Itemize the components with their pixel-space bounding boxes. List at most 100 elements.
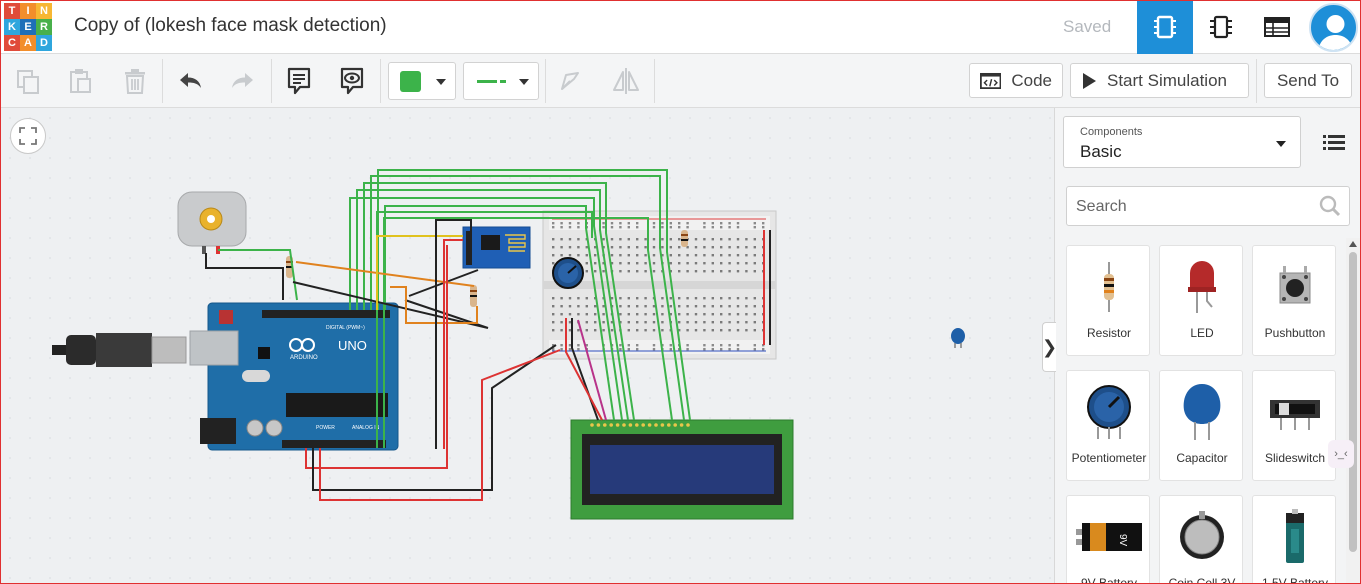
component-tile-coin-cell[interactable]: Coin Cell 3V (1159, 495, 1243, 584)
chip-icon (1154, 15, 1176, 39)
undo-button[interactable] (172, 63, 208, 99)
logo-letter: T (4, 3, 20, 19)
panel-scrollbar[interactable] (1346, 238, 1360, 584)
component-name: Potentiometer (1071, 451, 1147, 465)
component-tile-slideswitch[interactable]: Slideswitch (1252, 370, 1336, 481)
component-name: Coin Cell 3V (1168, 576, 1236, 584)
component-tile-aa-battery[interactable]: 1.5V Battery (1252, 495, 1336, 584)
component-tile-potentiometer[interactable]: Potentiometer (1066, 370, 1150, 481)
dc-motor[interactable] (177, 191, 247, 254)
bom-view-button[interactable] (1249, 0, 1305, 54)
code-button-label: Code (1011, 70, 1052, 90)
code-button[interactable]: Code (969, 63, 1063, 98)
component-tile-pushbutton[interactable]: Pushbutton (1252, 245, 1336, 356)
component-name: LED (1190, 326, 1214, 340)
usb-cable (52, 333, 187, 367)
lcd-display[interactable] (570, 419, 794, 520)
circuit-canvas[interactable]: ARDUINO UNO DIGITAL (PWM~) POWER ANALOG … (0, 108, 1054, 584)
resistor-2[interactable] (470, 285, 477, 307)
arduino-logo-text: ARDUINO (290, 355, 318, 361)
mirror-icon (613, 68, 639, 94)
scroll-thumb[interactable] (1349, 252, 1357, 552)
save-status: Saved (1063, 17, 1112, 36)
arduino-power-label: POWER (316, 425, 335, 431)
components-panel: Components Basic Resistor LED Pushbutton… (1054, 108, 1361, 584)
note-icon (287, 67, 311, 95)
paste-button[interactable] (62, 63, 98, 99)
components-dropdown-label: Components (1080, 126, 1143, 138)
circuit-view-button[interactable] (1137, 0, 1193, 54)
add-note-button[interactable] (281, 63, 317, 99)
wifi-module[interactable] (462, 226, 531, 269)
toolbar-divider (545, 59, 546, 103)
search-icon (1319, 195, 1341, 217)
feedback-chip[interactable]: ›_‹ (1328, 440, 1354, 468)
logo-letter: R (36, 19, 52, 35)
logo-letter: K (4, 19, 20, 35)
resistor-breadboard[interactable] (681, 230, 688, 247)
component-tile-9v-battery[interactable]: 9V 9V Battery (1066, 495, 1150, 584)
component-name: Capacitor (1176, 451, 1228, 465)
redo-icon (232, 73, 253, 88)
arduino-digital-label: DIGITAL (PWM~) (326, 325, 365, 331)
wire-type-dropdown[interactable] (463, 62, 539, 100)
toolbar-divider (1256, 59, 1257, 103)
toolbar-divider (271, 59, 272, 103)
undo-icon (180, 73, 201, 88)
aa-battery-icon (1286, 509, 1304, 563)
chevron-down-icon (436, 79, 446, 85)
play-icon (1083, 72, 1096, 89)
delete-button[interactable] (117, 63, 153, 99)
toolbar-divider (380, 59, 381, 103)
wire-color-swatch (400, 71, 421, 92)
component-tile-resistor[interactable]: Resistor (1066, 245, 1150, 356)
copy-button[interactable] (10, 63, 46, 99)
resistor-icon (1104, 262, 1114, 312)
schematic-view-button[interactable] (1193, 0, 1249, 54)
trash-icon (125, 69, 145, 94)
components-dropdown[interactable]: Components Basic (1063, 116, 1301, 168)
logo-letter: D (36, 35, 52, 51)
wire-type-icon-dash (500, 80, 506, 83)
mirror-button[interactable] (608, 63, 644, 99)
component-search[interactable] (1066, 186, 1350, 226)
arduino-analog-label: ANALOG IN (352, 425, 380, 431)
logo-letter: E (20, 19, 36, 35)
scroll-up-icon[interactable] (1349, 241, 1357, 247)
slideswitch-icon (1270, 400, 1320, 430)
pushbutton-icon (1279, 266, 1311, 304)
toolbar-divider (162, 59, 163, 103)
eye-note-icon (340, 67, 364, 95)
arduino-uno[interactable]: ARDUINO UNO DIGITAL (PWM~) POWER ANALOG … (189, 302, 399, 451)
code-icon (980, 72, 1002, 89)
component-tile-capacitor[interactable]: Capacitor (1159, 370, 1243, 481)
toolbar-divider (654, 59, 655, 103)
rotate-button[interactable] (552, 63, 588, 99)
component-tile-led[interactable]: LED (1159, 245, 1243, 356)
potentiometer[interactable] (552, 257, 584, 289)
send-to-button[interactable]: Send To (1264, 63, 1352, 98)
chevron-right-icon: ❯ (1041, 336, 1058, 357)
wire-type-icon (477, 80, 497, 83)
design-title[interactable]: Copy of (lokesh face mask detection) (74, 15, 387, 37)
notes-visibility-button[interactable] (334, 63, 370, 99)
simulate-button-label: Start Simulation (1107, 70, 1227, 90)
user-icon (1318, 15, 1353, 50)
led-icon (1188, 261, 1216, 313)
redo-button[interactable] (225, 63, 261, 99)
search-input[interactable] (1076, 195, 1306, 219)
logo-letter: I (20, 3, 36, 19)
tinkercad-logo[interactable]: TINKERCAD (4, 3, 52, 51)
start-simulation-button[interactable]: Start Simulation (1070, 63, 1249, 98)
panel-toggle-button[interactable]: ❯ (1041, 322, 1058, 372)
list-view-button[interactable] (1321, 130, 1347, 154)
user-avatar[interactable] (1309, 3, 1358, 52)
wire-color-dropdown[interactable] (388, 62, 456, 100)
arduino-model-text: UNO (338, 338, 367, 353)
capacitor-component[interactable] (951, 328, 965, 348)
send-to-label: Send To (1276, 70, 1340, 90)
top-header: TINKERCAD Copy of (lokesh face mask dete… (0, 0, 1361, 54)
chevron-down-icon (1276, 141, 1286, 147)
main-toolbar: Code Start Simulation Send To (0, 54, 1361, 108)
component-icon (1210, 15, 1232, 39)
